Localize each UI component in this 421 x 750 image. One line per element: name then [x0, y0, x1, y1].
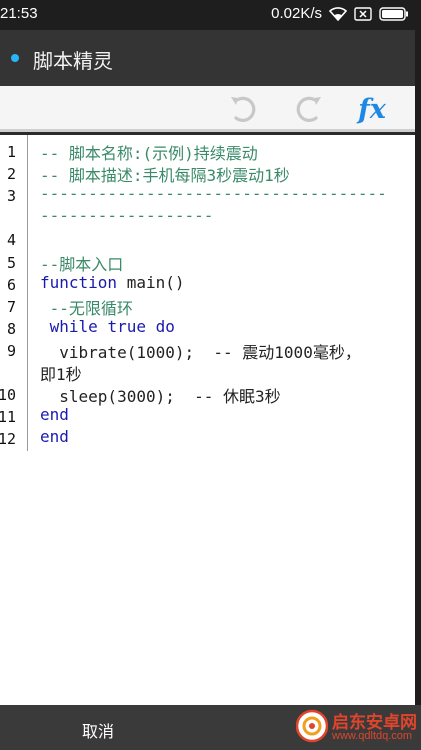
redo-icon: [296, 96, 321, 122]
line-number: 9: [6, 342, 16, 360]
line-number: 5: [6, 254, 16, 272]
no-sim-icon: [354, 6, 372, 21]
app-title: 脚本精灵: [33, 49, 113, 73]
function-name: main(): [126, 273, 185, 292]
keyword-do: do: [155, 317, 175, 336]
screen-edge: [415, 30, 421, 705]
battery-icon: [379, 6, 409, 21]
line-number: 4: [6, 231, 16, 249]
function-button[interactable]: fx: [352, 92, 392, 126]
code-line: ------------------------------------: [40, 184, 387, 203]
code-line: end: [40, 405, 69, 424]
site-watermark: 启东安卓网 www.qdltdq.com: [290, 703, 421, 750]
code-line: ------------------: [40, 206, 214, 225]
line-number: 12: [0, 430, 16, 448]
keyword-true: true: [107, 317, 146, 336]
code-line-wrap: 即1秒: [40, 365, 82, 384]
line-number: 7: [6, 298, 16, 316]
undo-icon: [231, 96, 256, 122]
line-number: 11: [0, 408, 16, 426]
line-number-gutter: 1 2 3 4 5 6 7 8 9 10 11 12: [0, 135, 28, 451]
code-editor[interactable]: 1 2 3 4 5 6 7 8 9 10 11 12 -- 脚本名称:(示例)持…: [0, 135, 415, 705]
app-title-bar: 脚本精灵: [0, 30, 415, 86]
watermark-url: www.qdltdq.com: [332, 730, 413, 742]
undo-button[interactable]: [226, 92, 262, 126]
code-line: vibrate(1000); -- 震动1000毫秒，: [40, 343, 361, 362]
network-speed: 0.02K/s: [271, 5, 322, 22]
status-time: 21:53: [0, 5, 38, 22]
code-line: end: [40, 427, 69, 446]
keyword-while: while: [49, 317, 98, 336]
line-number: 3: [6, 187, 16, 205]
function-fx-icon: fx: [358, 93, 386, 125]
code-line: sleep(3000); -- 休眠3秒: [40, 387, 281, 406]
status-bar: 21:53 0.02K/s: [0, 0, 421, 30]
editor-toolbar: fx: [0, 86, 415, 132]
code-line: --脚本入口: [40, 255, 124, 274]
keyword-function: function: [40, 273, 118, 292]
line-number: 10: [0, 386, 16, 404]
line-number: 8: [6, 320, 16, 338]
wifi-icon: [329, 6, 347, 21]
code-line: -- 脚本描述:手机每隔3秒震动1秒: [40, 166, 290, 185]
title-dot-icon: [11, 54, 19, 62]
code-line: -- 脚本名称:(示例)持续震动: [40, 144, 258, 163]
code-line: while true do: [40, 317, 175, 336]
line-number: 1: [6, 143, 16, 161]
cancel-button[interactable]: 取消: [82, 718, 114, 742]
line-number: 2: [6, 165, 16, 183]
code-line: function main(): [40, 273, 185, 292]
line-number: 6: [6, 276, 16, 294]
status-indicators: 0.02K/s: [271, 5, 409, 22]
redo-button[interactable]: [290, 92, 326, 126]
watermark-logo-icon: [296, 709, 328, 743]
code-line: --无限循环: [40, 299, 133, 318]
